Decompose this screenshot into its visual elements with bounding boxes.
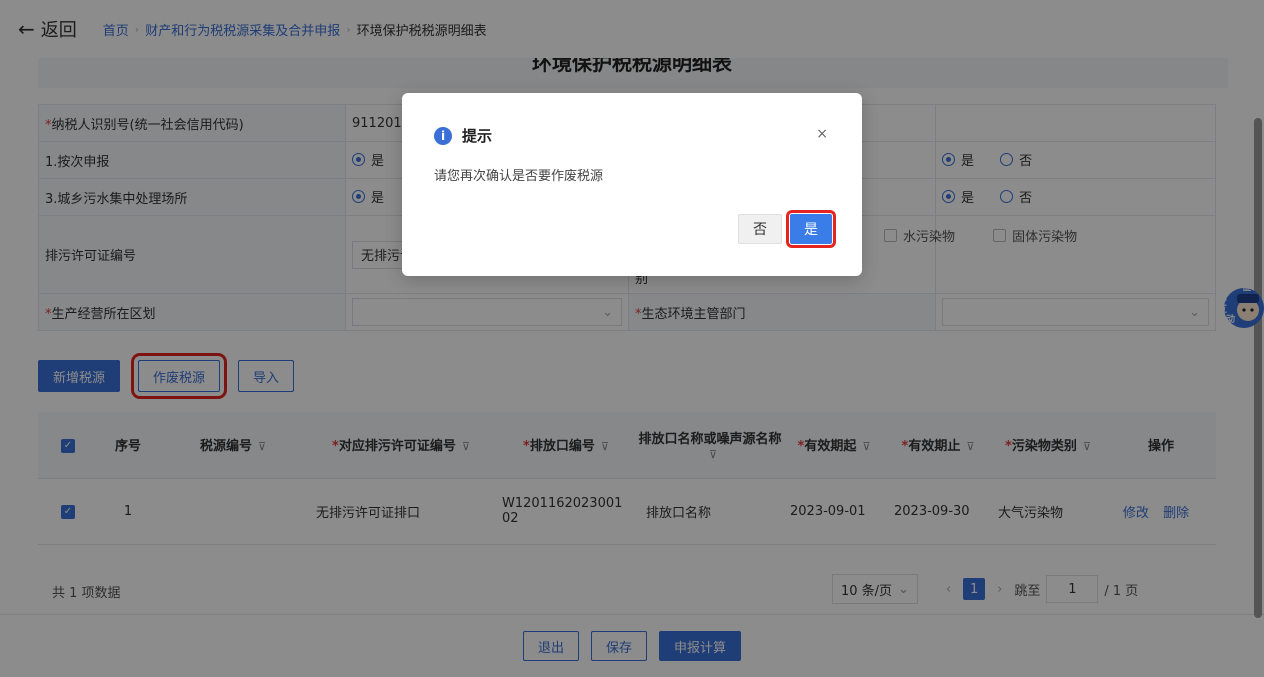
dialog-message: 请您再次确认是否要作废税源 bbox=[434, 169, 604, 184]
confirm-dialog: i 提示 × 请您再次确认是否要作废税源 否 是 bbox=[402, 93, 862, 276]
dialog-header: i 提示 bbox=[434, 125, 492, 146]
dialog-title: 提示 bbox=[462, 127, 493, 145]
close-icon[interactable]: × bbox=[816, 126, 828, 142]
info-icon: i bbox=[434, 126, 452, 145]
dialog-no-button[interactable]: 否 bbox=[738, 214, 782, 244]
dialog-yes-button[interactable]: 是 bbox=[786, 210, 836, 248]
dialog-buttons: 否 是 bbox=[738, 210, 836, 248]
